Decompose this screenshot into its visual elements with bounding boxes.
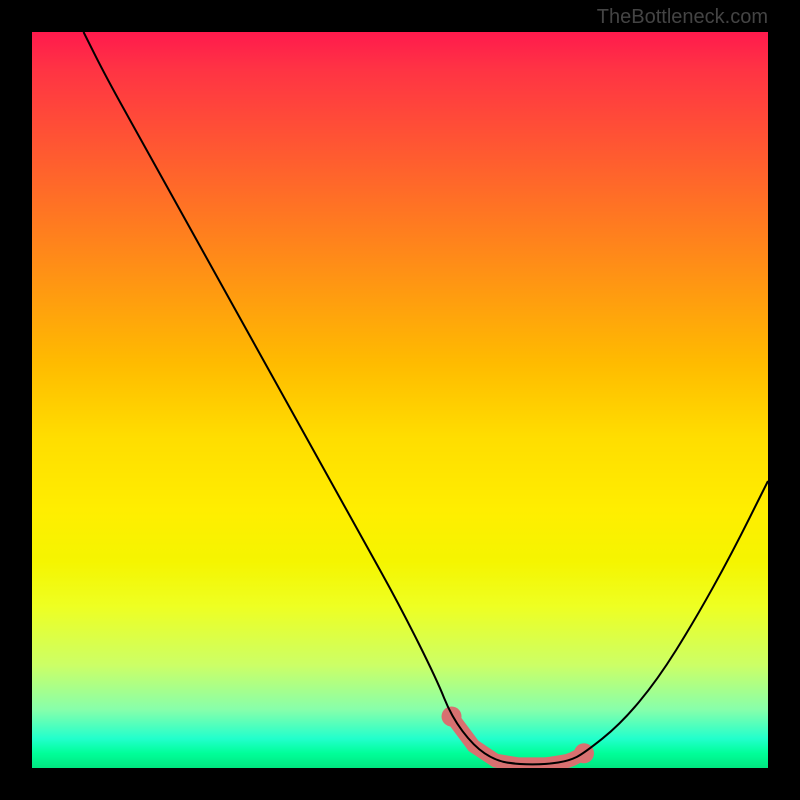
chart-container: TheBottleneck.com [0, 0, 800, 800]
watermark-text: TheBottleneck.com [597, 6, 768, 29]
bottleneck-curve [84, 32, 768, 764]
plot-area [32, 32, 768, 768]
curve-layer [32, 32, 768, 768]
